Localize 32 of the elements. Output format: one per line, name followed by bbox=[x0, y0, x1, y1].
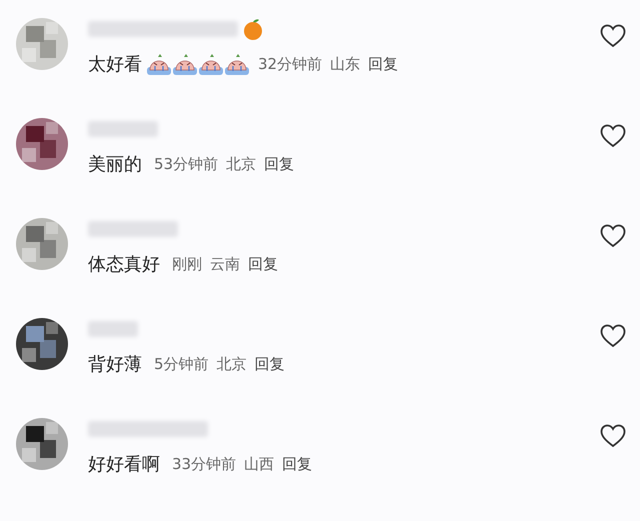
comment-time: 33分钟前 bbox=[172, 454, 236, 474]
comment-time: 53分钟前 bbox=[154, 154, 218, 174]
comment-location: 北京 bbox=[226, 154, 256, 174]
comment-text: 体态真好 bbox=[88, 253, 160, 276]
comment-time: 32分钟前 bbox=[258, 54, 322, 74]
heart-icon[interactable] bbox=[600, 324, 626, 348]
crying-face-icon bbox=[146, 52, 172, 76]
heart-icon[interactable] bbox=[600, 24, 626, 48]
reply-link[interactable]: 回复 bbox=[248, 254, 278, 274]
reply-link[interactable]: 回复 bbox=[264, 154, 294, 174]
heart-icon[interactable] bbox=[600, 224, 626, 248]
heart-icon[interactable] bbox=[600, 124, 626, 148]
comment-location: 山东 bbox=[330, 54, 360, 74]
comment-location: 北京 bbox=[216, 354, 247, 374]
heart-icon[interactable] bbox=[600, 424, 626, 448]
comment-text: 背好薄 bbox=[88, 353, 142, 376]
comment-location: 山西 bbox=[244, 454, 274, 474]
blurred-username bbox=[88, 321, 138, 337]
comment-time: 5分钟前 bbox=[154, 354, 209, 374]
comment-text: 美丽的 bbox=[88, 153, 142, 176]
reply-link[interactable]: 回复 bbox=[368, 54, 398, 74]
comment-text: 好好看啊 bbox=[88, 453, 160, 476]
comment-text: 太好看 bbox=[88, 53, 142, 76]
crying-face-icon bbox=[172, 52, 198, 76]
crying-face-icon bbox=[224, 52, 250, 76]
comment-time: 刚刚 bbox=[172, 254, 202, 274]
fruit-icon bbox=[242, 18, 264, 40]
comment-location: 云南 bbox=[210, 254, 240, 274]
reply-link[interactable]: 回复 bbox=[254, 354, 285, 374]
crying-face-icon bbox=[198, 52, 224, 76]
blurred-username bbox=[88, 121, 158, 137]
reply-link[interactable]: 回复 bbox=[282, 454, 312, 474]
